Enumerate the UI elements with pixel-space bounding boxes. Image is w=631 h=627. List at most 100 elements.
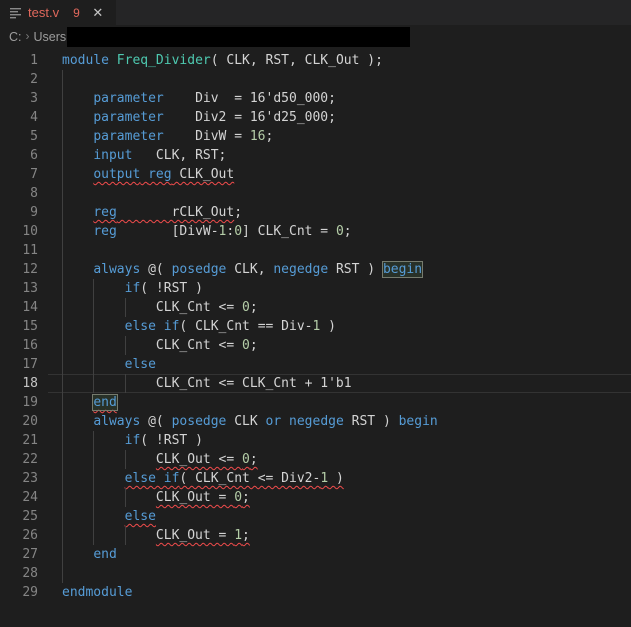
line-number: 7 (30, 167, 38, 182)
line-number: 29 (22, 585, 38, 600)
indent-guide (62, 70, 63, 89)
code-text: if( !RST ) (124, 433, 203, 448)
line-number: 12 (22, 262, 38, 277)
code-line[interactable]: 7 output reg CLK_Out (0, 165, 631, 184)
line-number: 21 (22, 433, 38, 448)
line-number: 28 (22, 566, 38, 581)
code-text: parameter DivW = 16; (93, 129, 274, 144)
code-line[interactable]: 20 always @( posedge CLK or negedge RST … (0, 412, 631, 431)
line-number: 16 (22, 338, 38, 353)
line-number: 25 (22, 509, 38, 524)
file-icon (9, 6, 22, 19)
line-number: 23 (22, 471, 38, 486)
code-line[interactable]: 8 (0, 184, 631, 203)
line-number: 8 (30, 186, 38, 201)
line-number: 3 (30, 91, 38, 106)
line-number: 19 (22, 395, 38, 410)
code-area[interactable]: 1 module Freq_Divider( CLK, RST, CLK_Out … (0, 48, 631, 602)
code-line[interactable]: 3 parameter Div = 16'd50_000; (0, 89, 631, 108)
line-number: 27 (22, 547, 38, 562)
indent-guide (62, 241, 63, 260)
code-line[interactable]: 1 module Freq_Divider( CLK, RST, CLK_Out … (0, 51, 631, 70)
code-text: always @( posedge CLK, negedge RST ) beg… (93, 261, 424, 278)
code-text: else if( CLK_Cnt <= Div2-1 ) (124, 471, 344, 486)
code-line[interactable]: 6 input CLK, RST; (0, 146, 631, 165)
code-text: output reg CLK_Out (93, 167, 235, 182)
line-number: 17 (22, 357, 38, 372)
code-line[interactable]: 5 parameter DivW = 16; (0, 127, 631, 146)
code-line[interactable]: 13 if( !RST ) (0, 279, 631, 298)
line-number: 15 (22, 319, 38, 334)
indent-guide (62, 184, 63, 203)
line-number: 4 (30, 110, 38, 125)
code-text: CLK_Cnt <= CLK_Cnt + 1'b1 (155, 376, 352, 391)
code-line[interactable]: 23 else if( CLK_Cnt <= Div2-1 ) (0, 469, 631, 488)
code-text: if( !RST ) (124, 281, 203, 296)
line-number: 11 (22, 243, 38, 258)
code-line[interactable]: 11 (0, 241, 631, 260)
tab-problems-count: 9 (73, 5, 80, 20)
code-text: else (124, 509, 156, 524)
line-number: 5 (30, 129, 38, 144)
code-text: parameter Div2 = 16'd25_000; (93, 110, 336, 125)
indent-guide (62, 564, 63, 583)
code-line[interactable]: 25 else (0, 507, 631, 526)
code-text: reg [DivW-1:0] CLK_Cnt = 0; (93, 224, 352, 239)
line-number: 26 (22, 528, 38, 543)
code-line[interactable]: 21 if( !RST ) (0, 431, 631, 450)
tab-file-name: test.v (28, 5, 60, 20)
code-text: else if( CLK_Cnt == Div-1 ) (124, 319, 336, 334)
line-number: 22 (22, 452, 38, 467)
code-text: CLK_Cnt <= 0; (155, 338, 258, 353)
code-line[interactable]: 26 CLK_Out = 1; (0, 526, 631, 545)
code-text: CLK_Out <= 0; (155, 452, 258, 467)
breadcrumb-folder-users[interactable]: Users (34, 30, 67, 44)
tab-close-icon[interactable]: ✕ (90, 5, 106, 21)
code-line[interactable]: 17 else (0, 355, 631, 374)
line-number: 6 (30, 148, 38, 163)
breadcrumb-drive[interactable]: C: (9, 30, 22, 44)
code-text: input CLK, RST; (93, 148, 227, 163)
code-line[interactable]: 4 parameter Div2 = 16'd25_000; (0, 108, 631, 127)
editor-tab-bar: test.v 9 ✕ (0, 0, 631, 25)
code-line[interactable]: 14 CLK_Cnt <= 0; (0, 298, 631, 317)
code-line[interactable]: 24 CLK_Out = 0; (0, 488, 631, 507)
line-number: 14 (22, 300, 38, 315)
line-number: 13 (22, 281, 38, 296)
chevron-right-icon: › (25, 28, 30, 43)
vscode-window: test.v 9 ✕ C: › Users 1 module Freq_Divid… (0, 0, 631, 627)
line-number: 20 (22, 414, 38, 429)
line-number: 10 (22, 224, 38, 239)
code-line[interactable]: 15 else if( CLK_Cnt == Div-1 ) (0, 317, 631, 336)
line-number: 24 (22, 490, 38, 505)
code-text: CLK_Out = 1; (155, 528, 250, 543)
code-text: else (124, 357, 156, 372)
code-line[interactable]: 10 reg [DivW-1:0] CLK_Cnt = 0; (0, 222, 631, 241)
code-text: end (93, 547, 117, 562)
tab-test-v[interactable]: test.v 9 ✕ (0, 0, 116, 25)
code-text: endmodule (62, 585, 133, 600)
line-number: 2 (30, 72, 38, 87)
code-line[interactable]: 22 CLK_Out <= 0; (0, 450, 631, 469)
line-number: 1 (30, 53, 38, 68)
code-line[interactable]: 29 endmodule (0, 583, 631, 602)
code-line[interactable]: 28 (0, 564, 631, 583)
code-text: parameter Div = 16'd50_000; (93, 91, 336, 106)
code-line[interactable]: 27 end (0, 545, 631, 564)
code-text: CLK_Out = 0; (155, 490, 250, 505)
redacted-path-block (67, 27, 410, 47)
code-line[interactable]: 18 CLK_Cnt <= CLK_Cnt + 1'b1 (0, 374, 631, 393)
line-number: 18 (22, 376, 38, 391)
code-line[interactable]: 9 reg rCLK_Out; (0, 203, 631, 222)
code-line[interactable]: 16 CLK_Cnt <= 0; (0, 336, 631, 355)
code-text: reg rCLK_Out; (93, 205, 243, 220)
code-line[interactable]: 2 (0, 70, 631, 89)
code-text: module Freq_Divider( CLK, RST, CLK_Out )… (62, 53, 383, 68)
code-line[interactable]: 19 end (0, 393, 631, 412)
code-text: end (92, 394, 118, 411)
code-text: CLK_Cnt <= 0; (155, 300, 258, 315)
code-line[interactable]: 12 always @( posedge CLK, negedge RST ) … (0, 260, 631, 279)
breadcrumb: C: › Users (0, 25, 631, 48)
code-text: always @( posedge CLK or negedge RST ) b… (93, 414, 438, 429)
line-number: 9 (30, 205, 38, 220)
